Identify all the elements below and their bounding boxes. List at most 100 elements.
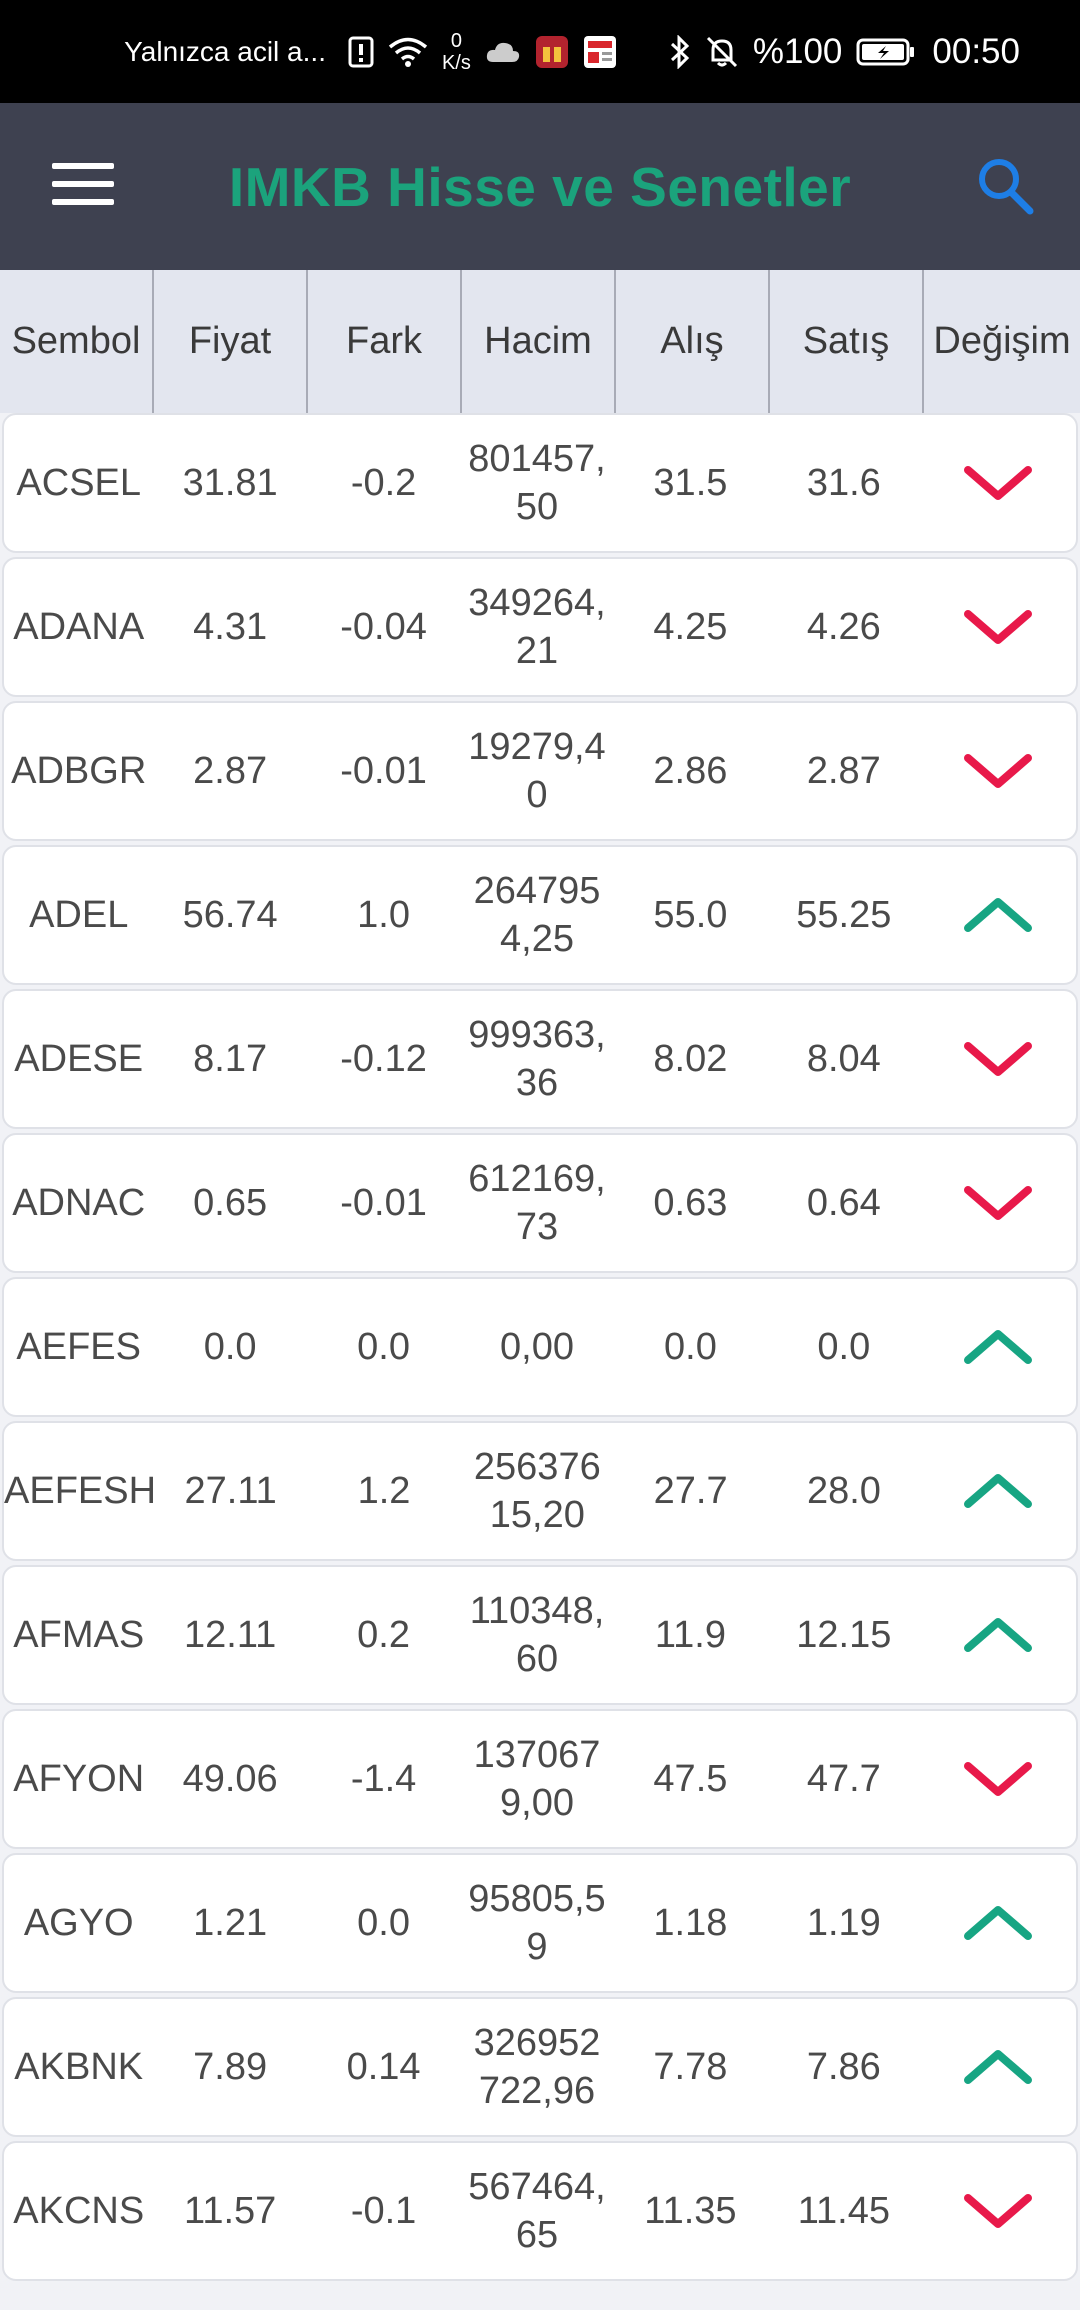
col-header-bid[interactable]: Alış	[616, 270, 770, 413]
stock-bid: 8.02	[653, 1038, 728, 1080]
stock-volume: 326952 722,96	[473, 2022, 601, 2112]
stock-diff: 0.2	[357, 1614, 410, 1656]
col-header-symbol[interactable]: Sembol	[0, 270, 154, 413]
stock-diff: -0.12	[340, 1038, 427, 1080]
stock-price: 56.74	[182, 894, 278, 936]
stock-symbol: AKCNS	[13, 2190, 145, 2232]
chevron-down-icon	[964, 1042, 1033, 1076]
stock-price: 0.65	[193, 1182, 268, 1224]
stock-change	[921, 1326, 1076, 1368]
search-button[interactable]	[972, 153, 1038, 219]
status-notice: Yalnızca acil a...	[124, 35, 326, 67]
cloud-icon	[485, 40, 521, 64]
stock-ask: 47.7	[806, 1758, 881, 1800]
stock-change	[921, 1470, 1076, 1512]
stock-ask: 0.0	[817, 1326, 871, 1368]
chevron-up-icon	[964, 1474, 1033, 1508]
table-row[interactable]: AGYO 1.21 0.0 95805,5 9 1.18 1.19	[2, 1853, 1078, 1993]
stock-volume: 264795 4,25	[473, 870, 601, 960]
stock-volume: 0,00	[500, 1326, 574, 1368]
table-row[interactable]: ADESE 8.17 -0.12 999363, 36 8.02 8.04	[2, 989, 1078, 1129]
stock-diff: 1.2	[357, 1470, 411, 1512]
stock-volume: 612169, 73	[468, 1158, 606, 1248]
chevron-up-icon	[964, 898, 1033, 932]
stock-symbol: AGYO	[23, 1902, 134, 1944]
table-row[interactable]: AFYON 49.06 -1.4 137067 9,00 47.5 47.7	[2, 1709, 1078, 1849]
col-header-ask[interactable]: Satış	[770, 270, 924, 413]
stock-price: 2.87	[193, 750, 268, 792]
stock-diff: -0.1	[350, 2190, 417, 2232]
stock-volume: 567464, 65	[468, 2166, 606, 2256]
stock-price: 27.11	[184, 1470, 277, 1512]
bluetooth-icon	[669, 34, 691, 69]
stock-price: 1.21	[193, 1902, 268, 1944]
stock-price: 7.89	[193, 2046, 268, 2088]
stock-symbol: AEFESH	[4, 1470, 157, 1512]
table-row[interactable]: ADEL 56.74 1.0 264795 4,25 55.0 55.25	[2, 845, 1078, 985]
chevron-up-icon	[964, 2050, 1033, 2084]
table-row[interactable]: AEFES 0.0 0.0 0,00 0.0 0.0	[2, 1277, 1078, 1417]
stock-bid: 7.78	[653, 2046, 728, 2088]
stock-bid: 47.5	[653, 1758, 728, 1800]
chevron-down-icon	[964, 2194, 1033, 2228]
col-header-diff[interactable]: Fark	[308, 270, 462, 413]
stock-change	[921, 1614, 1076, 1656]
stock-diff: 0.0	[357, 1902, 410, 1944]
stock-bid: 0.0	[664, 1326, 717, 1368]
stock-symbol: ADESE	[14, 1038, 144, 1080]
stock-ask: 55.25	[796, 894, 892, 936]
stock-diff: -0.01	[340, 750, 427, 792]
stock-bid: 55.0	[653, 894, 728, 936]
table-row[interactable]: AKCNS 11.57 -0.1 567464, 65 11.35 11.45	[2, 2141, 1078, 2281]
stock-symbol: ACSEL	[16, 462, 142, 504]
stock-change	[921, 1038, 1076, 1080]
chevron-up-icon	[964, 1330, 1033, 1364]
table-row[interactable]: ACSEL 31.81 -0.2 801457, 50 31.5 31.6	[2, 413, 1078, 553]
table-row[interactable]: AKBNK 7.89 0.14 326952 722,96 7.78 7.86	[2, 1997, 1078, 2137]
stock-diff: -0.01	[340, 1182, 427, 1224]
network-speed-unit: K/s	[441, 51, 471, 74]
stock-ask: 7.86	[806, 2046, 881, 2088]
stock-volume: 19279,4 0	[468, 726, 606, 816]
stock-bid: 11.35	[644, 2190, 737, 2232]
stock-change	[921, 1902, 1076, 1944]
stock-diff: 0.14	[346, 2046, 421, 2088]
stock-diff: -1.4	[350, 1758, 417, 1800]
table-row[interactable]: ADANA 4.31 -0.04 349264, 21 4.25 4.26	[2, 557, 1078, 697]
stock-bid: 0.63	[653, 1182, 728, 1224]
search-icon	[979, 159, 1034, 215]
mute-bell-icon	[705, 35, 739, 69]
news-app-icon	[583, 35, 617, 69]
stock-ask: 1.19	[806, 1902, 881, 1944]
stock-symbol: ADNAC	[12, 1182, 146, 1224]
table-row[interactable]: AEFESH 27.11 1.2 256376 15,20 27.7 28.0	[2, 1421, 1078, 1561]
stock-ask: 31.6	[806, 462, 881, 504]
network-speed-value: 0	[450, 29, 462, 52]
stock-change	[921, 894, 1076, 936]
stock-symbol: ADANA	[13, 606, 145, 648]
stock-bid: 27.7	[653, 1470, 728, 1512]
table-row[interactable]: ADNAC 0.65 -0.01 612169, 73 0.63 0.64	[2, 1133, 1078, 1273]
stock-price: 8.17	[193, 1038, 268, 1080]
stock-volume: 256376 15,20	[473, 1446, 601, 1536]
sim-alert-icon	[348, 36, 374, 68]
col-header-change[interactable]: Değişim	[924, 270, 1080, 413]
col-header-price[interactable]: Fiyat	[154, 270, 308, 413]
stock-symbol: AFYON	[13, 1758, 145, 1800]
stock-symbol: AEFES	[16, 1326, 142, 1368]
stock-bid: 1.18	[653, 1902, 728, 1944]
stock-volume: 999363, 36	[468, 1014, 606, 1104]
stock-ask: 28.0	[806, 1470, 881, 1512]
stock-ask: 8.04	[806, 1038, 881, 1080]
stock-diff: -0.2	[350, 462, 417, 504]
chevron-down-icon	[964, 1186, 1033, 1220]
table-row[interactable]: ADBGR 2.87 -0.01 19279,4 0 2.86 2.87	[2, 701, 1078, 841]
stock-volume: 801457, 50	[468, 438, 606, 528]
stock-ask: 2.87	[806, 750, 881, 792]
col-header-volume[interactable]: Hacim	[462, 270, 616, 413]
stock-price: 0.0	[203, 1326, 257, 1368]
stock-diff: 1.0	[357, 894, 410, 936]
stock-bid: 2.86	[653, 750, 728, 792]
table-row[interactable]: AFMAS 12.11 0.2 110348, 60 11.9 12.15	[2, 1565, 1078, 1705]
stock-price: 49.06	[182, 1758, 278, 1800]
